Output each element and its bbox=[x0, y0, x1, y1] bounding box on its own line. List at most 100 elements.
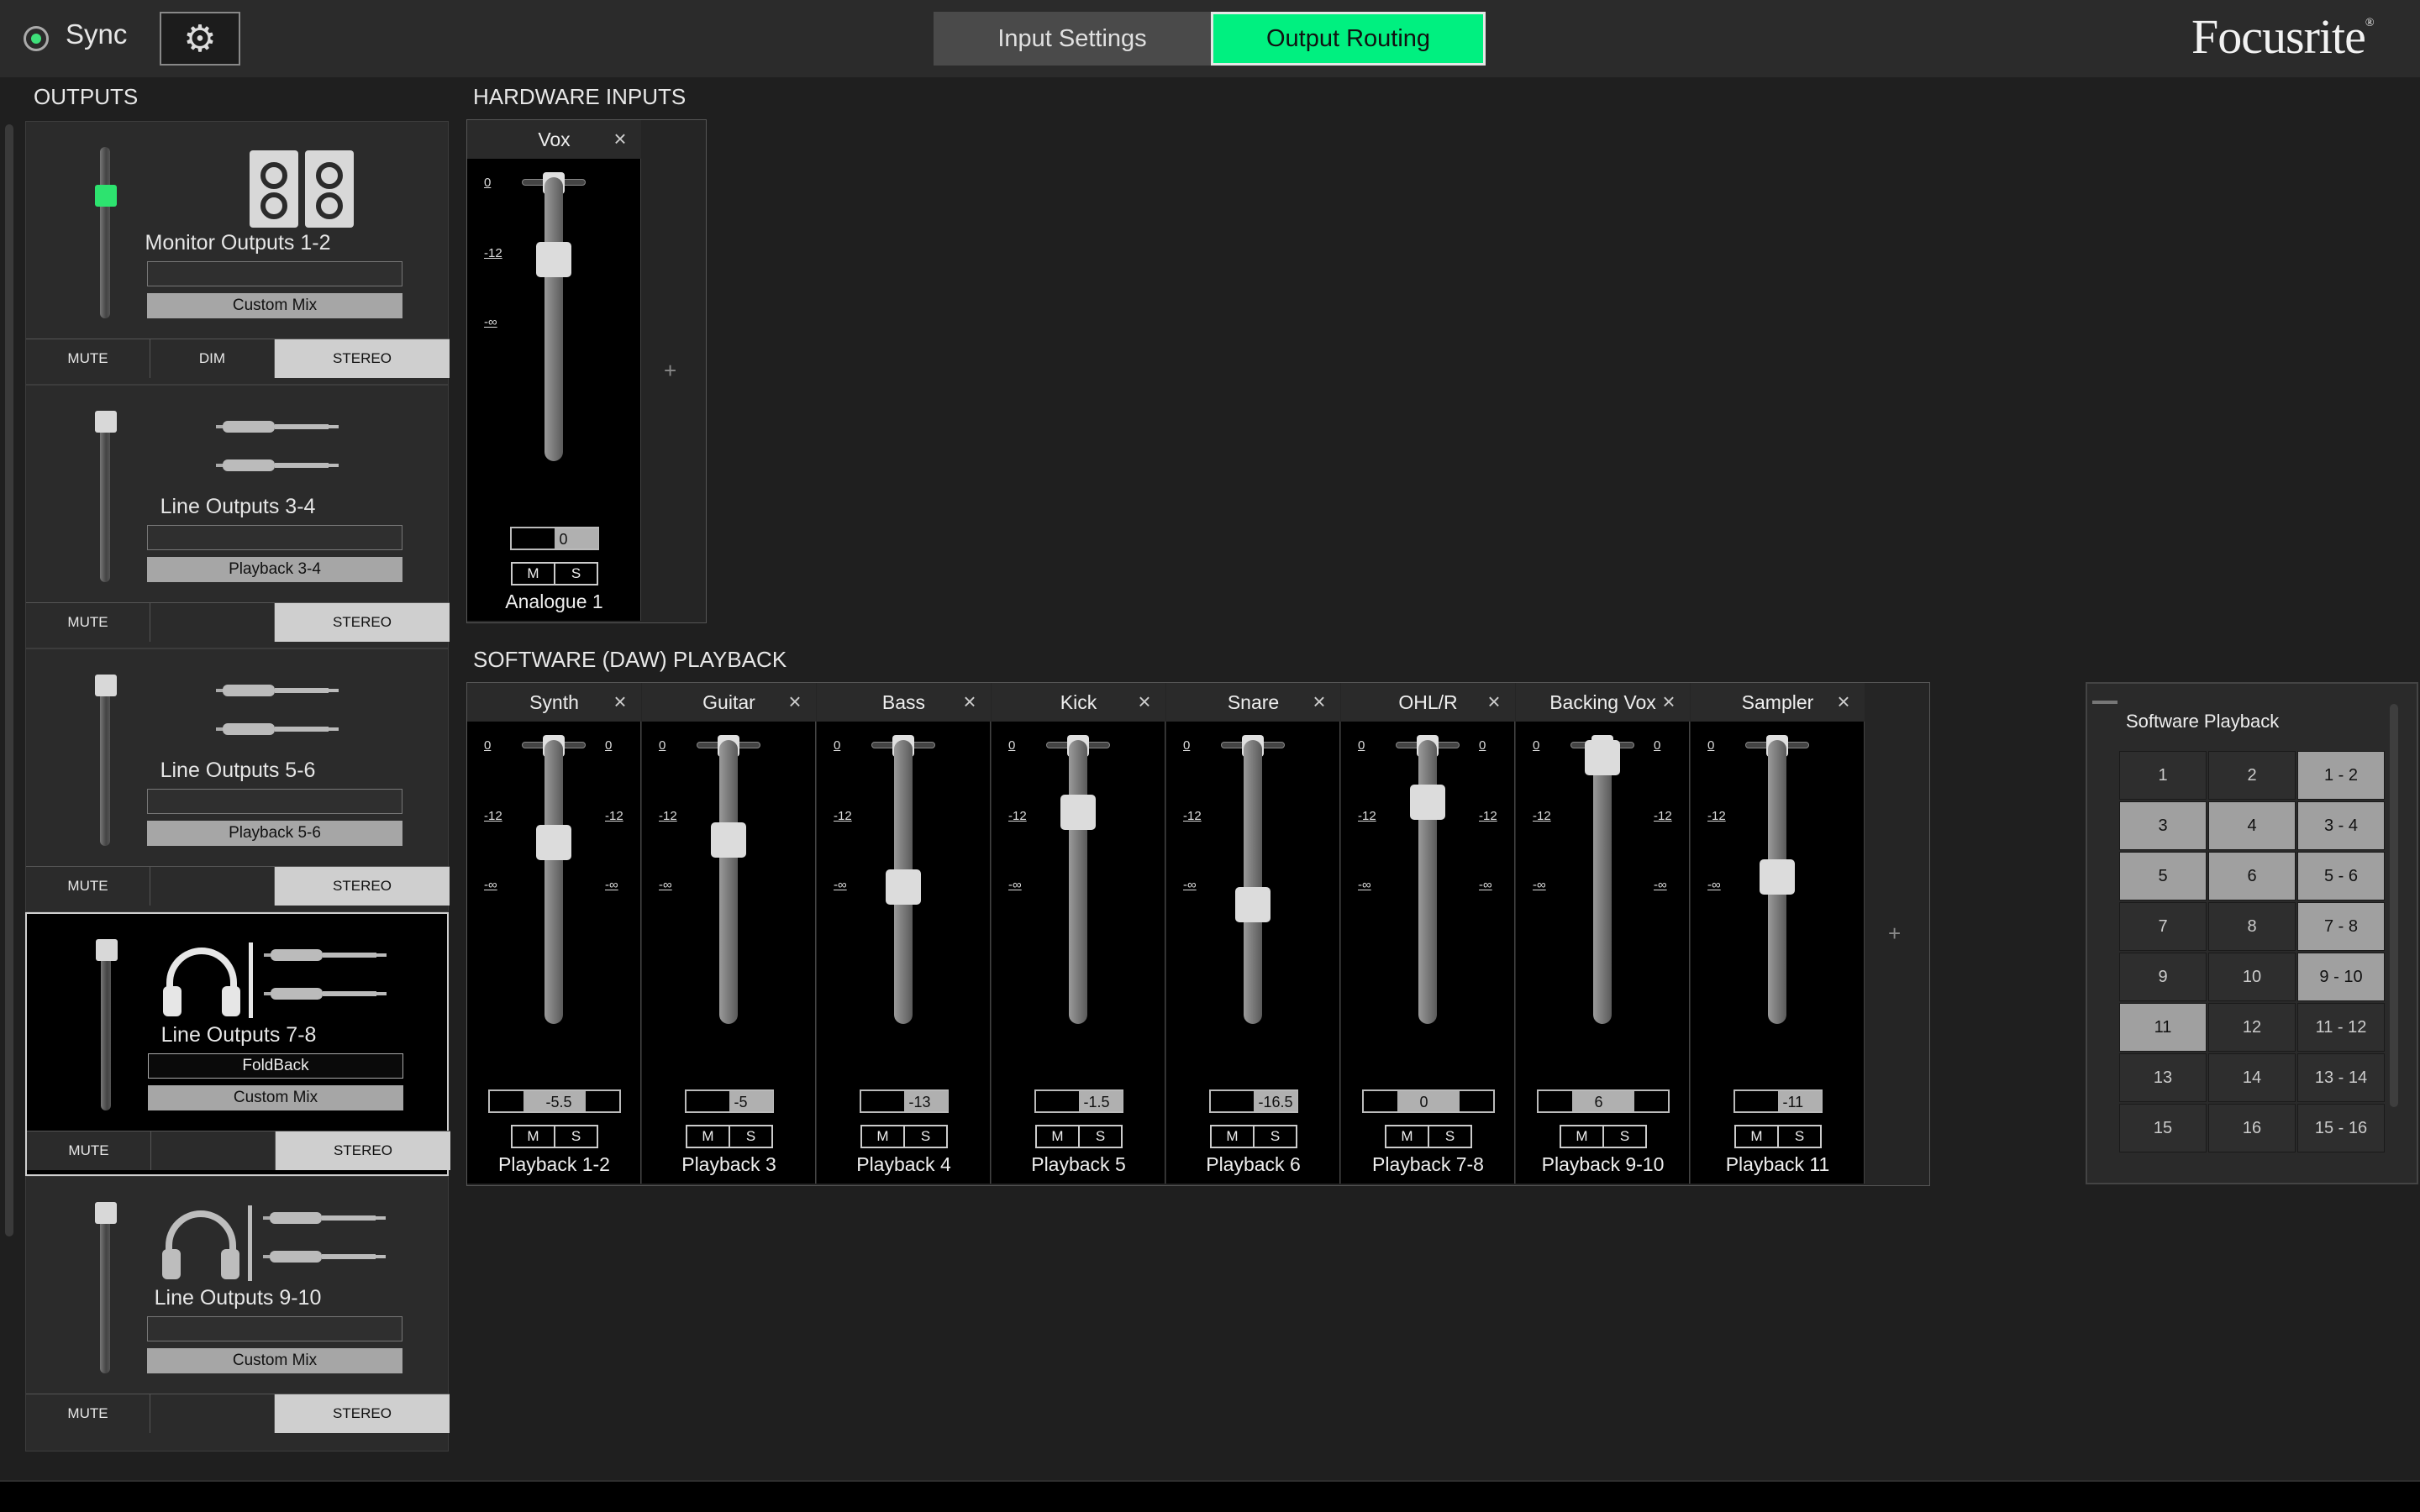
fader-value[interactable]: -13 bbox=[859, 1089, 949, 1113]
mute-button[interactable]: M bbox=[1736, 1126, 1777, 1147]
fader-track[interactable] bbox=[1418, 740, 1437, 1024]
output-strip[interactable]: Line Outputs 7-8 FoldBack Custom Mix MUTE ST… bbox=[25, 912, 450, 1176]
output-strip[interactable]: Line Outputs 9-10 Custom Mix MUTE STEREO bbox=[25, 1176, 450, 1452]
fader-value[interactable]: -11 bbox=[1733, 1089, 1823, 1113]
output-mix-select[interactable]: Playback 5-6 bbox=[147, 821, 402, 846]
fader-track[interactable] bbox=[1593, 740, 1612, 1024]
stereo-button[interactable]: STEREO bbox=[275, 603, 450, 642]
source-picker-scrollbar[interactable] bbox=[2390, 704, 2398, 1107]
fader-value[interactable]: -16.5 bbox=[1208, 1089, 1298, 1113]
stereo-button[interactable]: STEREO bbox=[275, 339, 450, 378]
fader-handle[interactable] bbox=[711, 822, 746, 858]
stereo-button[interactable]: STEREO bbox=[275, 1394, 450, 1433]
solo-button[interactable]: S bbox=[1428, 1126, 1470, 1147]
fader-handle[interactable] bbox=[1235, 886, 1270, 922]
fader-track[interactable] bbox=[719, 740, 738, 1024]
output-strip[interactable]: Line Outputs 5-6 Playback 5-6 MUTE STEREO bbox=[25, 648, 450, 912]
mute-button[interactable]: M bbox=[862, 1126, 903, 1147]
fader-handle[interactable] bbox=[1410, 785, 1445, 821]
mute-button[interactable]: M bbox=[513, 1126, 554, 1147]
source-cell[interactable]: 13 bbox=[2119, 1053, 2207, 1102]
fader-value[interactable]: 0 bbox=[509, 527, 599, 550]
outputs-scrollbar[interactable] bbox=[5, 124, 13, 1236]
source-cell[interactable]: 15 - 16 bbox=[2297, 1104, 2385, 1152]
fader-handle[interactable] bbox=[1760, 859, 1795, 895]
mute-button[interactable]: M bbox=[1386, 1126, 1428, 1147]
close-icon[interactable]: × bbox=[1134, 690, 1155, 712]
stereo-button[interactable]: STEREO bbox=[276, 1131, 450, 1170]
mute-button[interactable]: MUTE bbox=[26, 603, 150, 642]
output-name-field[interactable] bbox=[147, 1316, 402, 1341]
output-mix-select[interactable]: Custom Mix bbox=[147, 293, 402, 318]
mute-button[interactable]: MUTE bbox=[26, 867, 150, 906]
solo-button[interactable]: S bbox=[1602, 1126, 1645, 1147]
fader-track[interactable] bbox=[544, 740, 563, 1024]
source-cell[interactable]: 9 bbox=[2119, 953, 2207, 1001]
source-cell[interactable]: 15 bbox=[2119, 1104, 2207, 1152]
fader-handle[interactable] bbox=[1585, 740, 1620, 775]
source-cell[interactable]: 4 bbox=[2208, 801, 2296, 850]
tab-output-routing[interactable]: Output Routing bbox=[1211, 12, 1486, 66]
output-level-handle[interactable] bbox=[95, 184, 117, 207]
close-icon[interactable]: × bbox=[785, 690, 805, 712]
mute-button[interactable]: MUTE bbox=[27, 1131, 151, 1170]
mute-button[interactable]: MUTE bbox=[26, 1394, 150, 1433]
fader-value[interactable]: -1.5 bbox=[1034, 1089, 1123, 1113]
output-level-handle[interactable] bbox=[95, 411, 117, 433]
add-software-playback-button[interactable]: + bbox=[1888, 921, 1901, 947]
output-name-field[interactable] bbox=[147, 261, 402, 286]
output-strip[interactable]: Monitor Outputs 1-2 Custom Mix MUTE DIM STER… bbox=[25, 121, 450, 385]
source-cell[interactable]: 1 - 2 bbox=[2297, 751, 2385, 800]
source-cell[interactable]: 11 bbox=[2119, 1003, 2207, 1052]
source-cell[interactable]: 7 - 8 bbox=[2297, 902, 2385, 951]
close-icon[interactable]: × bbox=[1484, 690, 1504, 712]
source-cell[interactable]: 3 bbox=[2119, 801, 2207, 850]
solo-button[interactable]: S bbox=[1777, 1126, 1820, 1147]
fader-track[interactable] bbox=[544, 177, 563, 461]
solo-button[interactable]: S bbox=[903, 1126, 946, 1147]
close-icon[interactable]: × bbox=[1833, 690, 1854, 712]
source-cell[interactable]: 11 - 12 bbox=[2297, 1003, 2385, 1052]
solo-button[interactable]: S bbox=[554, 1126, 597, 1147]
fader-handle[interactable] bbox=[886, 869, 921, 905]
mute-button[interactable]: M bbox=[1212, 1126, 1253, 1147]
output-name-field[interactable]: FoldBack bbox=[148, 1053, 403, 1079]
output-mix-select[interactable]: Custom Mix bbox=[148, 1085, 403, 1110]
close-icon[interactable]: × bbox=[610, 128, 630, 150]
fader-track[interactable] bbox=[1069, 740, 1087, 1024]
source-cell[interactable]: 6 bbox=[2208, 852, 2296, 900]
output-name-field[interactable] bbox=[147, 525, 402, 550]
fader-handle[interactable] bbox=[536, 241, 571, 277]
source-cell[interactable]: 5 - 6 bbox=[2297, 852, 2385, 900]
source-cell[interactable]: 1 bbox=[2119, 751, 2207, 800]
solo-button[interactable]: S bbox=[1253, 1126, 1296, 1147]
mute-button[interactable]: MUTE bbox=[26, 339, 150, 378]
output-mix-select[interactable]: Playback 3-4 bbox=[147, 557, 402, 582]
close-icon[interactable]: × bbox=[1309, 690, 1329, 712]
source-cell[interactable]: 16 bbox=[2208, 1104, 2296, 1152]
solo-button[interactable]: S bbox=[729, 1126, 771, 1147]
close-icon[interactable]: × bbox=[960, 690, 980, 712]
output-strip[interactable]: Line Outputs 3-4 Playback 3-4 MUTE STEREO bbox=[25, 385, 450, 648]
source-cell[interactable]: 7 bbox=[2119, 902, 2207, 951]
output-level-handle[interactable] bbox=[95, 675, 117, 696]
source-cell[interactable]: 9 - 10 bbox=[2297, 953, 2385, 1001]
output-name-field[interactable] bbox=[147, 789, 402, 814]
fader-value[interactable]: 6 bbox=[1536, 1089, 1670, 1113]
mute-button[interactable]: M bbox=[1037, 1126, 1078, 1147]
close-icon[interactable]: × bbox=[610, 690, 630, 712]
settings-button[interactable]: ⚙ bbox=[160, 12, 240, 66]
source-cell[interactable]: 8 bbox=[2208, 902, 2296, 951]
mute-button[interactable]: M bbox=[687, 1126, 729, 1147]
close-icon[interactable]: × bbox=[1659, 690, 1679, 712]
mute-button[interactable]: M bbox=[513, 564, 554, 584]
add-hardware-input-button[interactable]: + bbox=[664, 358, 676, 384]
output-level-handle[interactable] bbox=[95, 1202, 117, 1224]
source-cell[interactable]: 10 bbox=[2208, 953, 2296, 1001]
stereo-button[interactable]: STEREO bbox=[275, 867, 450, 906]
source-cell[interactable]: 5 bbox=[2119, 852, 2207, 900]
dim-button[interactable]: DIM bbox=[150, 339, 275, 378]
source-cell[interactable]: 12 bbox=[2208, 1003, 2296, 1052]
source-cell[interactable]: 13 - 14 bbox=[2297, 1053, 2385, 1102]
tab-input-settings[interactable]: Input Settings bbox=[934, 12, 1211, 66]
